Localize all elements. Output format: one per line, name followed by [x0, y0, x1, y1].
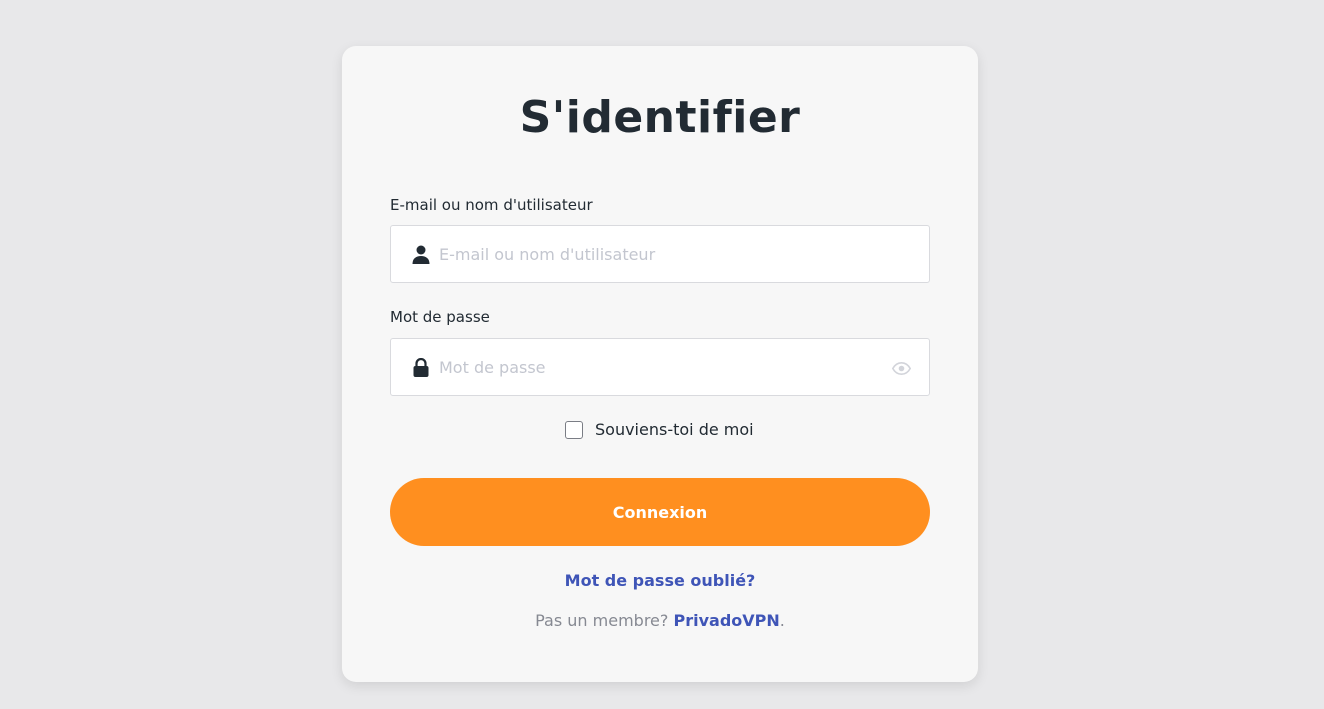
- page-title: S'identifier: [519, 92, 801, 143]
- remember-label: Souviens-toi de moi: [595, 420, 754, 439]
- email-input[interactable]: [439, 226, 879, 282]
- remember-checkbox[interactable]: [565, 421, 583, 439]
- remember-me[interactable]: Souviens-toi de moi: [565, 420, 754, 440]
- user-icon: [411, 244, 431, 264]
- signup-prompt: Pas un membre? PrivadoVPN.: [342, 611, 978, 631]
- lock-icon: [411, 357, 431, 377]
- password-field-container[interactable]: [390, 338, 930, 396]
- login-button[interactable]: Connexion: [390, 478, 930, 546]
- signup-suffix: .: [779, 611, 785, 630]
- signup-link[interactable]: PrivadoVPN: [673, 611, 779, 630]
- login-card: S'identifier E-mail ou nom d'utilisateur…: [342, 46, 978, 682]
- email-field-container[interactable]: [390, 225, 930, 283]
- eye-icon[interactable]: [891, 359, 911, 377]
- email-label: E-mail ou nom d'utilisateur: [390, 196, 593, 214]
- password-label: Mot de passe: [390, 308, 490, 326]
- forgot-password: Mot de passe oublié?: [342, 571, 978, 591]
- forgot-password-link[interactable]: Mot de passe oublié?: [565, 571, 756, 590]
- password-input[interactable]: [439, 339, 879, 395]
- signup-prefix: Pas un membre?: [535, 611, 669, 630]
